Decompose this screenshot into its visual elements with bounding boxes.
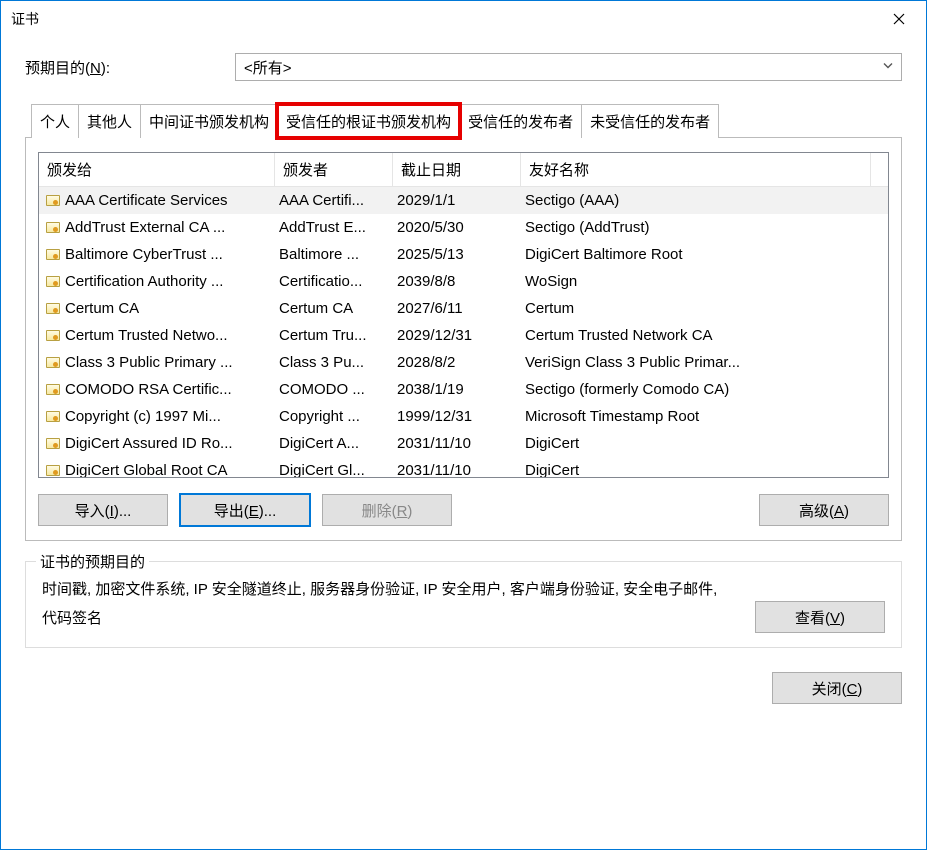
cell-issued-by: Class 3 Pu... — [275, 352, 393, 373]
cell-issued-to: Baltimore CyberTrust ... — [39, 244, 275, 265]
cell-friendly-name: Sectigo (formerly Comodo CA) — [521, 379, 888, 400]
cell-expiry: 2031/11/10 — [393, 433, 521, 454]
cell-expiry: 2028/8/2 — [393, 352, 521, 373]
intended-purpose-value: <所有> — [244, 57, 292, 78]
tab-0[interactable]: 个人 — [31, 104, 79, 138]
cell-expiry: 2029/1/1 — [393, 190, 521, 211]
table-row[interactable]: Certification Authority ...Certificatio.… — [39, 268, 888, 295]
certificate-icon — [45, 248, 61, 262]
cell-issued-to: Certum CA — [39, 298, 275, 319]
cell-friendly-name: DigiCert — [521, 433, 888, 454]
cell-issued-to: COMODO RSA Certific... — [39, 379, 275, 400]
tab-5[interactable]: 未受信任的发布者 — [581, 104, 719, 138]
cell-friendly-name: DigiCert — [521, 460, 888, 477]
tab-2[interactable]: 中间证书颁发机构 — [140, 104, 278, 138]
certificate-icon — [45, 194, 61, 208]
table-row[interactable]: AAA Certificate ServicesAAA Certifi...20… — [39, 187, 888, 214]
cell-issued-by: Certificatio... — [275, 271, 393, 292]
import-button[interactable]: 导入(I)... — [38, 494, 168, 526]
certificate-icon — [45, 302, 61, 316]
list-header: 颁发给 颁发者 截止日期 友好名称 — [39, 153, 888, 187]
col-issued-by[interactable]: 颁发者 — [275, 153, 393, 187]
advanced-button[interactable]: 高级(A) — [759, 494, 889, 526]
view-button[interactable]: 查看(V) — [755, 601, 885, 633]
purpose-fieldset-legend: 证书的预期目的 — [36, 551, 149, 572]
col-expiry[interactable]: 截止日期 — [393, 153, 521, 187]
certificate-list: 颁发给 颁发者 截止日期 友好名称 AAA Certificate Servic… — [38, 152, 889, 478]
window-title: 证书 — [11, 9, 876, 29]
certificate-icon — [45, 383, 61, 397]
table-row[interactable]: Certum CACertum CA2027/6/11Certum — [39, 295, 888, 322]
titlebar: 证书 — [1, 1, 926, 37]
close-icon[interactable] — [876, 3, 922, 35]
certificate-icon — [45, 410, 61, 424]
col-issued-to[interactable]: 颁发给 — [39, 153, 275, 187]
cell-friendly-name: DigiCert Baltimore Root — [521, 244, 888, 265]
cell-friendly-name: Certum — [521, 298, 888, 319]
cell-issued-by: AddTrust E... — [275, 217, 393, 238]
cell-friendly-name: WoSign — [521, 271, 888, 292]
tab-3[interactable]: 受信任的根证书颁发机构 — [277, 104, 460, 138]
delete-button[interactable]: 删除(R) — [322, 494, 452, 526]
cell-issued-to: Certification Authority ... — [39, 271, 275, 292]
table-row[interactable]: AddTrust External CA ...AddTrust E...202… — [39, 214, 888, 241]
certificate-icon — [45, 275, 61, 289]
certificate-icon — [45, 329, 61, 343]
cell-issued-to: Class 3 Public Primary ... — [39, 352, 275, 373]
tab-panel: 颁发给 颁发者 截止日期 友好名称 AAA Certificate Servic… — [25, 138, 902, 541]
cell-issued-to: Copyright (c) 1997 Mi... — [39, 406, 275, 427]
cell-expiry: 2027/6/11 — [393, 298, 521, 319]
cell-issued-by: COMODO ... — [275, 379, 393, 400]
cell-issued-to: DigiCert Assured ID Ro... — [39, 433, 275, 454]
cell-expiry: 2038/1/19 — [393, 379, 521, 400]
cell-expiry: 2025/5/13 — [393, 244, 521, 265]
cell-issued-by: Copyright ... — [275, 406, 393, 427]
cell-issued-to: DigiCert Global Root CA — [39, 460, 275, 477]
table-row[interactable]: COMODO RSA Certific...COMODO ...2038/1/1… — [39, 376, 888, 403]
table-row[interactable]: Class 3 Public Primary ...Class 3 Pu...2… — [39, 349, 888, 376]
list-body[interactable]: AAA Certificate ServicesAAA Certifi...20… — [39, 187, 888, 477]
table-row[interactable]: Baltimore CyberTrust ...Baltimore ...202… — [39, 241, 888, 268]
cell-friendly-name: Sectigo (AAA) — [521, 190, 888, 211]
certificate-icon — [45, 437, 61, 451]
tab-1[interactable]: 其他人 — [78, 104, 141, 138]
cell-expiry: 2020/5/30 — [393, 217, 521, 238]
certificate-icon — [45, 356, 61, 370]
cell-issued-by: AAA Certifi... — [275, 190, 393, 211]
certificate-icon — [45, 221, 61, 235]
tab-4[interactable]: 受信任的发布者 — [459, 104, 582, 138]
table-row[interactable]: DigiCert Global Root CADigiCert Gl...203… — [39, 457, 888, 477]
cell-issued-by: Certum Tru... — [275, 325, 393, 346]
col-friendly-name[interactable]: 友好名称 — [521, 153, 871, 187]
cell-issued-to: Certum Trusted Netwo... — [39, 325, 275, 346]
cell-friendly-name: Sectigo (AddTrust) — [521, 217, 888, 238]
close-button[interactable]: 关闭(C) — [772, 672, 902, 704]
cell-expiry: 1999/12/31 — [393, 406, 521, 427]
cell-issued-to: AddTrust External CA ... — [39, 217, 275, 238]
cell-expiry: 2029/12/31 — [393, 325, 521, 346]
intended-purpose-select[interactable]: <所有> — [235, 53, 902, 81]
cell-expiry: 2039/8/8 — [393, 271, 521, 292]
cell-issued-to: AAA Certificate Services — [39, 190, 275, 211]
cell-friendly-name: Microsoft Timestamp Root — [521, 406, 888, 427]
cell-friendly-name: VeriSign Class 3 Public Primar... — [521, 352, 888, 373]
table-row[interactable]: DigiCert Assured ID Ro...DigiCert A...20… — [39, 430, 888, 457]
export-button[interactable]: 导出(E)... — [180, 494, 310, 526]
purpose-fieldset: 证书的预期目的 时间戳, 加密文件系统, IP 安全隧道终止, 服务器身份验证,… — [25, 561, 902, 648]
cell-issued-by: DigiCert Gl... — [275, 460, 393, 477]
col-scroll-gap — [871, 153, 888, 187]
cell-issued-by: DigiCert A... — [275, 433, 393, 454]
table-row[interactable]: Certum Trusted Netwo...Certum Tru...2029… — [39, 322, 888, 349]
certificate-icon — [45, 464, 61, 478]
cell-expiry: 2031/11/10 — [393, 460, 521, 477]
cell-friendly-name: Certum Trusted Network CA — [521, 325, 888, 346]
cell-issued-by: Certum CA — [275, 298, 393, 319]
intended-purpose-label: 预期目的(N): — [25, 57, 235, 78]
cell-issued-by: Baltimore ... — [275, 244, 393, 265]
table-row[interactable]: Copyright (c) 1997 Mi...Copyright ...199… — [39, 403, 888, 430]
tabs: 个人其他人中间证书颁发机构受信任的根证书颁发机构受信任的发布者未受信任的发布者 — [25, 103, 902, 138]
